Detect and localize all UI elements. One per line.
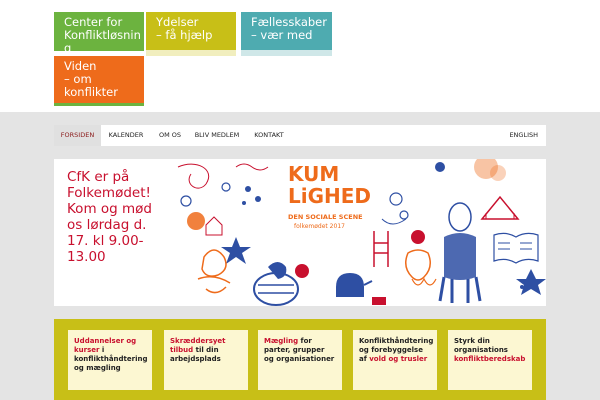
hero-line: Folkemødet! <box>67 185 151 201</box>
tile-faellesskaber[interactable]: Fællesskaber – vær med <box>241 12 332 50</box>
illustration-title-2: LiGHED <box>288 184 371 208</box>
card-text: Styrk din organisations <box>454 337 508 354</box>
book-shape <box>493 232 539 264</box>
nav-item-om-os[interactable]: OM OS <box>150 125 190 146</box>
book-lines <box>498 242 532 250</box>
person-head <box>448 202 472 232</box>
hero-illustration[interactable]: KUM LiGHED DEN SOCIALE SCENE folkemødet … <box>176 159 546 306</box>
bird-shape <box>268 262 287 279</box>
dot-shape <box>245 186 251 192</box>
card-maegling[interactable]: Mægling for parter, grupper og organisat… <box>258 330 342 390</box>
card-highlight: vold og trusler <box>369 355 428 363</box>
card-highlight: konfliktberedskab <box>454 355 526 363</box>
tent-poles <box>485 213 515 219</box>
blob-shape <box>187 212 205 230</box>
tile-underline <box>241 50 332 56</box>
nav-item-kontakt[interactable]: KONTAKT <box>246 125 292 146</box>
circle-shape <box>399 210 409 220</box>
figure-shape <box>405 249 431 281</box>
tile-line: – vær med <box>251 28 313 42</box>
dot-shape <box>520 285 524 289</box>
heart-shape <box>295 264 309 278</box>
illustration-subtitle-1: DEN SOCIALE SCENE <box>288 213 363 221</box>
tile-line: konflikter <box>64 85 118 99</box>
tile-line: – få hjælp <box>156 28 213 42</box>
circle-shape <box>389 192 403 206</box>
star-shape <box>516 269 546 295</box>
teapot-spout <box>363 280 373 286</box>
blob-shape <box>490 165 506 181</box>
nav-item-kalender[interactable]: KALENDER <box>102 125 150 146</box>
hero-line: os lørdag d. <box>67 217 147 233</box>
tile-line: Konfliktløsnin <box>64 28 141 42</box>
card-skraeddersyet[interactable]: Skræddersyet tilbud til din arbejdsplads <box>164 330 248 390</box>
dot-shape <box>435 162 445 172</box>
person-body <box>444 233 476 280</box>
figure-shape <box>201 249 227 277</box>
hero-line: 17. kl 9.00- <box>67 233 144 249</box>
teapot-shape <box>336 273 364 297</box>
tile-underline <box>54 103 144 106</box>
circle-shape <box>180 195 192 207</box>
person-legs <box>438 276 482 303</box>
vase-shape <box>253 272 299 306</box>
dot-shape <box>242 201 246 205</box>
dot-shape <box>255 196 261 202</box>
illustration-subtitle-2: folkemødet 2017 <box>294 223 345 230</box>
figure-shape <box>197 276 231 294</box>
chair-shape <box>373 231 389 267</box>
tile-viden[interactable]: Viden – om konflikter <box>54 56 144 103</box>
wave-shape <box>235 163 269 171</box>
tile-center-for-konfliktloesning[interactable]: Center for Konfliktløsnin g <box>54 12 144 55</box>
wave-shape <box>381 218 407 225</box>
nav-item-bliv-medlem[interactable]: BLIV MEDLEM <box>190 125 244 146</box>
tile-ydelser[interactable]: Ydelser – få hjælp <box>146 12 236 50</box>
nav-item-forsiden[interactable]: FORSIDEN <box>54 125 101 146</box>
tile-line: g <box>64 41 72 55</box>
hero-line: 13.00 <box>67 249 106 265</box>
card-styrk[interactable]: Styrk din organisations konfliktberedska… <box>448 330 532 390</box>
card-highlight: Uddannelser og kurser <box>74 337 137 354</box>
card-uddannelser[interactable]: Uddannelser og kurser i konflikthåndteri… <box>68 330 152 390</box>
swirl-shape <box>177 163 209 189</box>
hero-line: Kom og mød <box>67 201 152 217</box>
tent-shape <box>480 195 520 220</box>
services-band: Uddannelser og kurser i konflikthåndteri… <box>54 319 546 400</box>
card-konflikthaandtering[interactable]: Konflikthåndtering og forebyggelse af vo… <box>353 330 437 390</box>
hero-text-panel[interactable]: CfK er på Folkemødet! Kom og mød os lørd… <box>54 159 176 306</box>
hero-headline: CfK er på Folkemødet! Kom og mød os lørd… <box>67 169 177 265</box>
flower-head <box>411 230 425 244</box>
stripe-shape <box>258 284 294 294</box>
language-link-english[interactable]: ENGLISH <box>509 125 538 146</box>
circle-shape <box>221 182 231 192</box>
main-nav: FORSIDEN KALENDER OM OS BLIV MEDLEM KONT… <box>54 125 546 146</box>
hero-line: CfK er på <box>67 169 130 185</box>
illustration-title-1: KUM <box>288 162 339 186</box>
tile-underline <box>146 50 236 56</box>
cup-shape <box>372 297 386 305</box>
illustration-svg: KUM LiGHED DEN SOCIALE SCENE folkemødet … <box>177 159 546 306</box>
house-shape <box>205 216 223 236</box>
card-highlight: Mægling <box>264 337 299 345</box>
